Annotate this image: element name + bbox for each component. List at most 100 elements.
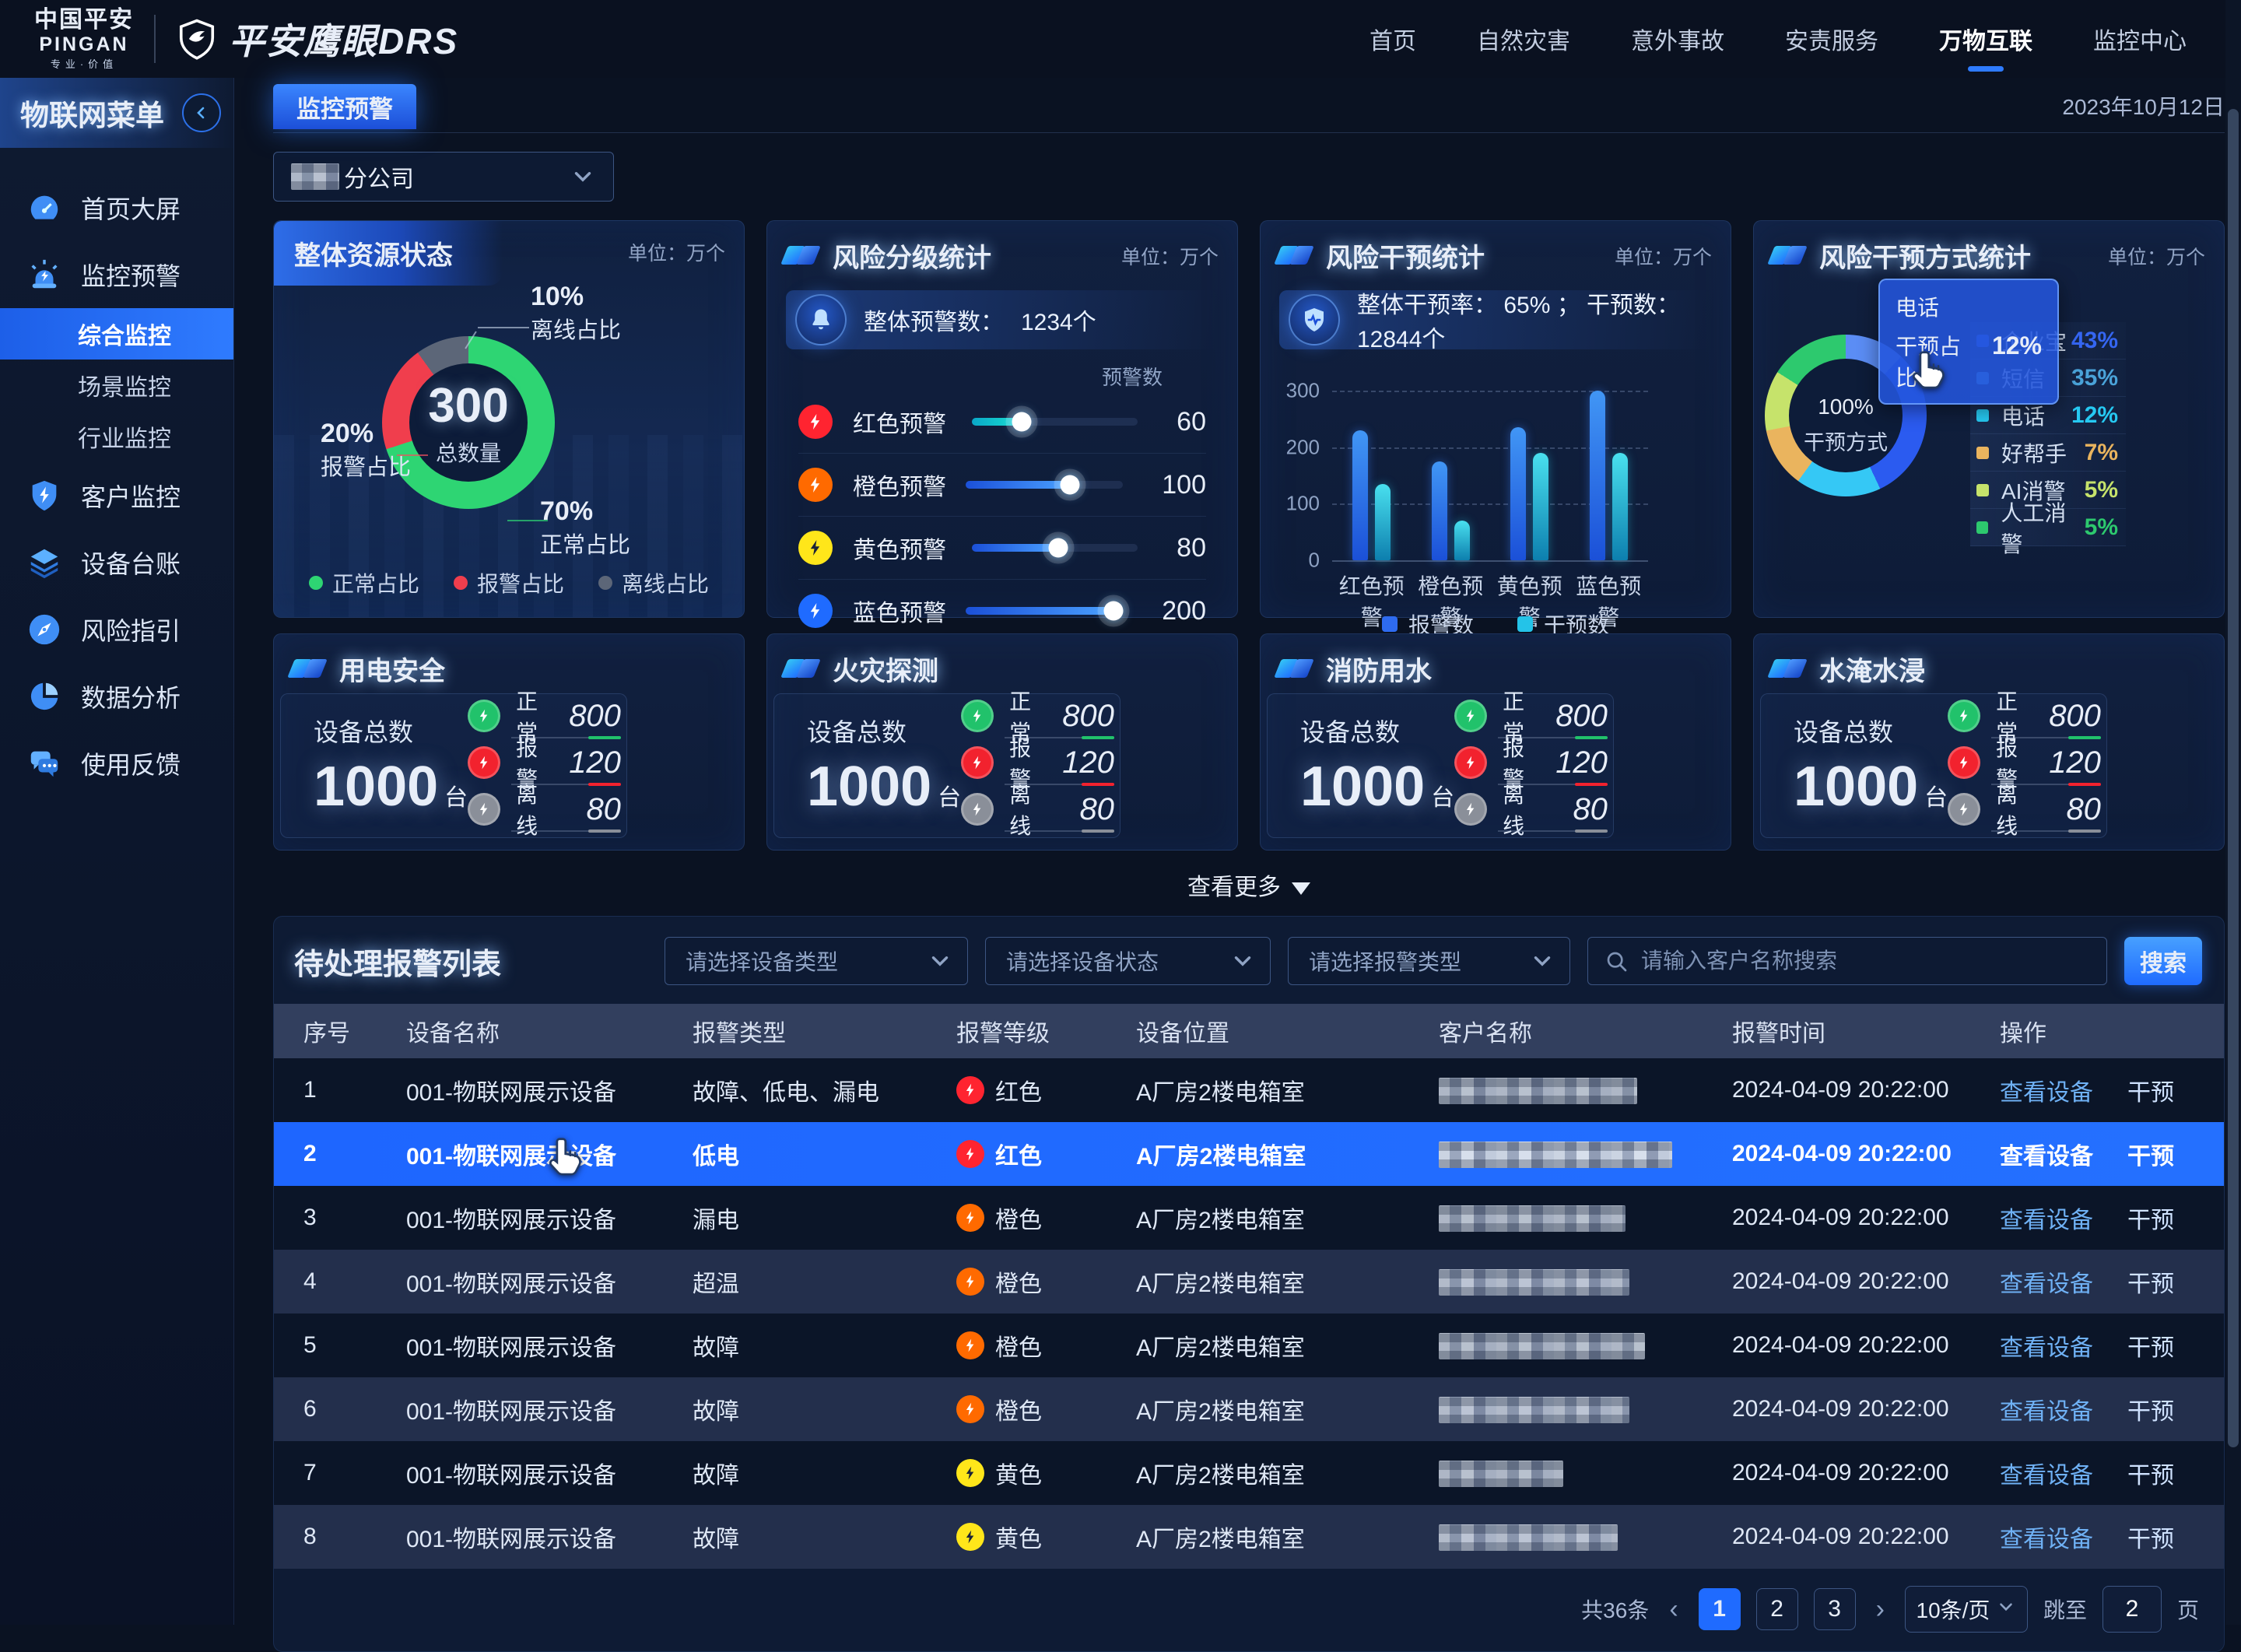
filter-alarm-type[interactable]: 请选择报警类型 <box>1288 937 1570 985</box>
sidebar-item-客户监控[interactable]: 客户监控 <box>0 462 233 529</box>
filter-device-type[interactable]: 请选择设备类型 <box>665 937 968 985</box>
table-row[interactable]: 6001-物联网展示设备故障橙色A厂房2楼电箱室2024-04-09 20:22… <box>274 1377 2224 1441</box>
prev-page-button[interactable]: ‹ <box>1664 1594 1682 1625</box>
intervene-link[interactable]: 干预 <box>2127 1392 2174 1426</box>
column-header: 预警数 <box>767 349 1237 391</box>
device-stat-underline <box>511 830 621 832</box>
nav-item-4[interactable]: 安责服务 <box>1785 0 1878 78</box>
sidebar-item-监控预警[interactable]: 监控预警 <box>0 241 233 308</box>
card-intervention-method: 风险干预方式统计 单位：万个 100% 干预方式 电话 干预占比 12% <box>1753 220 2225 618</box>
cell-actions: 查看设备干预 <box>1976 1328 2224 1363</box>
cell-actions: 查看设备干预 <box>1976 1456 2224 1490</box>
page-button-3[interactable]: 3 <box>1814 1588 1856 1630</box>
sidebar-item-数据分析[interactable]: 数据分析 <box>0 663 233 730</box>
filter-device-status[interactable]: 请选择设备状态 <box>985 937 1271 985</box>
view-device-link[interactable]: 查看设备 <box>2000 1520 2093 1554</box>
cell-alarm-level: 黄色 <box>933 1456 1113 1490</box>
page-button-1[interactable]: 1 <box>1699 1588 1741 1630</box>
cell-alarm-level: 黄色 <box>933 1520 1113 1554</box>
customer-search-input[interactable] <box>1640 948 2091 974</box>
slider-fill <box>966 607 1113 615</box>
intervene-link[interactable]: 干预 <box>2127 1264 2174 1299</box>
filter-placeholder: 请选择报警类型 <box>1309 945 1461 977</box>
legend-label: 离线占比 <box>622 567 709 598</box>
y-tick-label: 300 <box>1286 379 1320 403</box>
tab-monitor-alert[interactable]: 监控预警 <box>273 84 416 129</box>
intervene-link[interactable]: 干预 <box>2127 1328 2174 1363</box>
page-button-2[interactable]: 2 <box>1756 1588 1798 1630</box>
view-device-link[interactable]: 查看设备 <box>2000 1264 2093 1299</box>
slider-handle[interactable] <box>1049 538 1068 558</box>
view-device-link[interactable]: 查看设备 <box>2000 1328 2093 1363</box>
view-device-link[interactable]: 查看设备 <box>2000 1201 2093 1235</box>
cell-alarm-type: 故障 <box>669 1520 933 1554</box>
table-row[interactable]: 5001-物联网展示设备故障橙色A厂房2楼电箱室2024-04-09 20:22… <box>274 1314 2224 1377</box>
sidebar-subitem-场景监控[interactable]: 场景监控 <box>0 360 233 411</box>
cell-customer <box>1415 1395 1709 1422</box>
sidebar-item-设备台账[interactable]: 设备台账 <box>0 529 233 596</box>
cell-customer <box>1415 1459 1709 1486</box>
legend-value: 7% <box>2085 440 2118 466</box>
device-stat-row: 离线80 <box>1948 790 2101 829</box>
cell-device-name: 001-物联网展示设备 <box>383 1520 669 1554</box>
search-button[interactable]: 搜索 <box>2124 937 2202 985</box>
device-total-unit: 台 <box>444 785 468 811</box>
sidebar-item-首页大屏[interactable]: 首页大屏 <box>0 174 233 241</box>
scrollbar-thumb[interactable] <box>2228 109 2239 1447</box>
branch-select[interactable]: 分公司 <box>273 152 614 202</box>
bell-icon <box>795 294 847 345</box>
sidebar-subitem-行业监控[interactable]: 行业监控 <box>0 411 233 462</box>
legend-value: 5% <box>2085 514 2118 541</box>
unit-label: 单位：万个 <box>1615 242 1712 270</box>
view-device-link[interactable]: 查看设备 <box>2000 1137 2093 1171</box>
legend-swatch <box>1976 409 1989 422</box>
cell-actions: 查看设备干预 <box>1976 1520 2224 1554</box>
page-size-select[interactable]: 10条/页 <box>1905 1586 2028 1633</box>
view-device-link[interactable]: 查看设备 <box>2000 1456 2093 1490</box>
intervene-link[interactable]: 干预 <box>2127 1456 2174 1490</box>
table-row[interactable]: 3001-物联网展示设备漏电橙色A厂房2楼电箱室2024-04-09 20:22… <box>274 1186 2224 1250</box>
table-row[interactable]: 7001-物联网展示设备故障黄色A厂房2楼电箱室2024-04-09 20:22… <box>274 1441 2224 1505</box>
table-row[interactable]: 8001-物联网展示设备故障黄色A厂房2楼电箱室2024-04-09 20:22… <box>274 1505 2224 1569</box>
sidebar-item-使用反馈[interactable]: 使用反馈 <box>0 730 233 797</box>
current-date: 2023年10月12日 <box>2062 90 2225 121</box>
device-total-unit: 台 <box>938 785 961 811</box>
device-stat-row: 报警120 <box>1454 743 1608 782</box>
intervene-link[interactable]: 干预 <box>2127 1520 2174 1554</box>
jump-page-input[interactable]: 2 <box>2102 1586 2162 1633</box>
device-total-label: 设备总数 <box>807 713 961 749</box>
nav-item-1[interactable]: 首页 <box>1370 0 1416 78</box>
nav-item-2[interactable]: 自然灾害 <box>1477 0 1570 78</box>
cell-customer <box>1415 1523 1709 1550</box>
table-row[interactable]: 1001-物联网展示设备故障、低电、漏电红色A厂房2楼电箱室2024-04-09… <box>274 1058 2224 1122</box>
status-bolt-icon <box>468 746 500 779</box>
cell-alarm-level: 橙色 <box>933 1264 1113 1299</box>
slider-handle[interactable] <box>1104 602 1124 621</box>
device-stat-row: 报警120 <box>468 743 621 782</box>
nav-item-5[interactable]: 万物互联 <box>1939 0 2032 78</box>
slider-handle[interactable] <box>1060 475 1079 495</box>
callout-pct: 70% <box>540 495 630 528</box>
intervene-link[interactable]: 干预 <box>2127 1201 2174 1235</box>
intervene-link[interactable]: 干预 <box>2127 1137 2174 1171</box>
nav-item-3[interactable]: 意外事故 <box>1631 0 1724 78</box>
card-header: 风险干预统计 单位：万个 <box>1261 221 1731 275</box>
view-device-link[interactable]: 查看设备 <box>2000 1392 2093 1426</box>
sidebar-collapse-button[interactable] <box>182 93 221 132</box>
sidebar-subitem-综合监控[interactable]: 综合监控 <box>0 308 233 360</box>
device-total: 设备总数1000台 <box>1300 713 1454 819</box>
cell-location: A厂房2楼电箱室 <box>1113 1073 1415 1107</box>
table-row[interactable]: 4001-物联网展示设备超温橙色A厂房2楼电箱室2024-04-09 20:22… <box>274 1250 2224 1314</box>
device-stat-value: 80 <box>1079 792 1114 827</box>
view-device-link[interactable]: 查看设备 <box>2000 1073 2093 1107</box>
intervene-link[interactable]: 干预 <box>2127 1073 2174 1107</box>
masked-customer-name <box>1439 1524 1618 1551</box>
sidebar-item-风险指引[interactable]: 风险指引 <box>0 596 233 663</box>
bar-group <box>1412 391 1491 560</box>
view-more-button[interactable]: 查看更多 <box>273 868 2225 902</box>
next-page-button[interactable]: › <box>1871 1594 1889 1625</box>
slider-handle[interactable] <box>1012 412 1032 432</box>
cell-device-name: 001-物联网展示设备 <box>383 1137 669 1171</box>
donut-center: 300 总数量 <box>409 363 528 482</box>
nav-item-6[interactable]: 监控中心 <box>2093 0 2187 78</box>
